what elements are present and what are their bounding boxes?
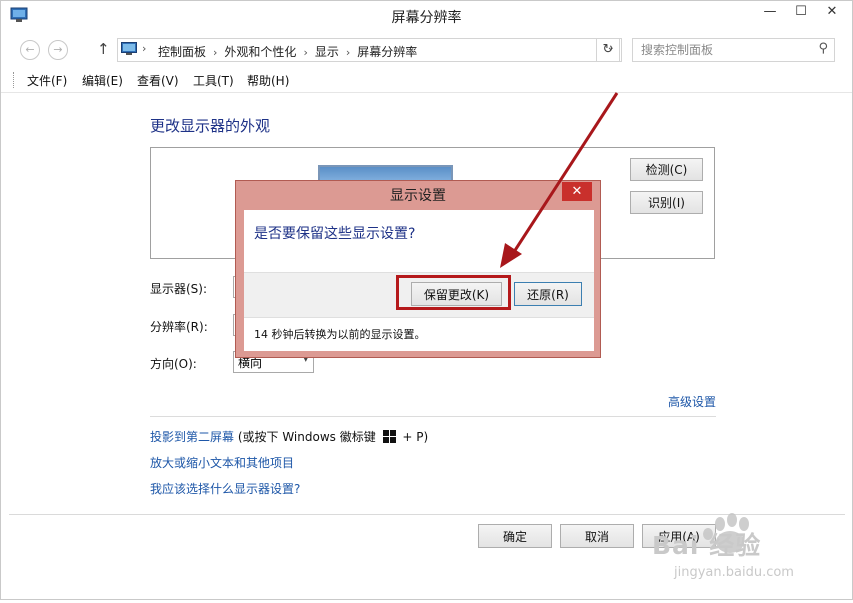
watermark-url: jingyan.baidu.com <box>674 565 794 580</box>
watermark-brand: Bai 经验 <box>652 531 762 560</box>
baidu-watermark: Bai 经验 jingyan.baidu.com <box>646 508 852 600</box>
